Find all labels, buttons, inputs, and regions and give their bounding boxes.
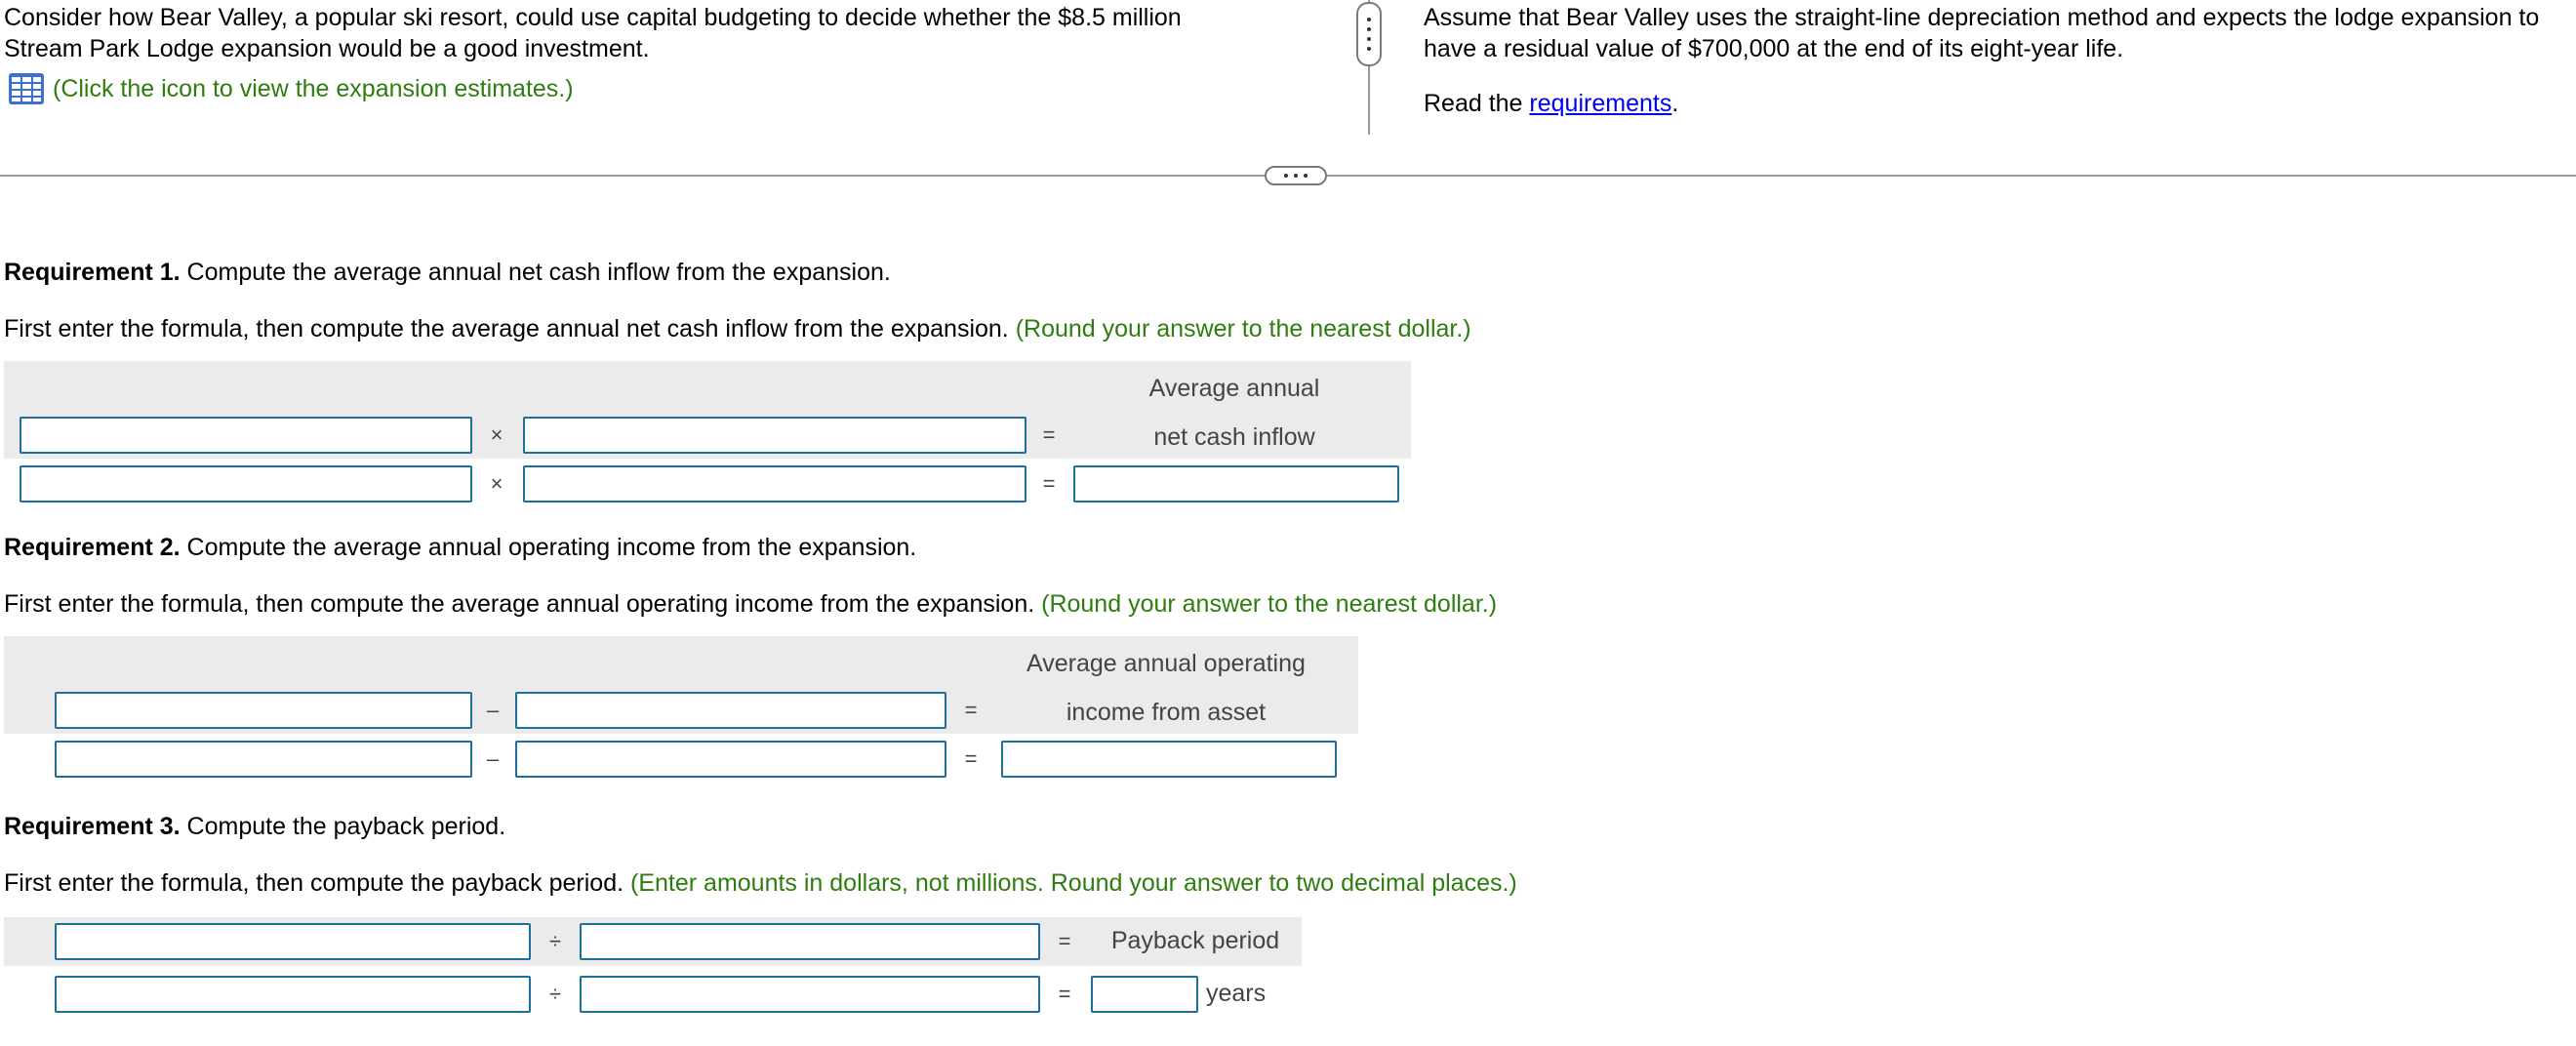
req2-equals-2: = — [964, 746, 978, 771]
req3-formula-input-2[interactable] — [580, 923, 1040, 960]
req3-instruction: First enter the formula, then compute th… — [4, 869, 631, 897]
estimates-row[interactable]: (Click the icon to view the expansion es… — [8, 72, 574, 105]
req2-result-label-1: Average annual operating — [1026, 650, 1306, 677]
req2-formula-input-2[interactable] — [515, 692, 946, 729]
req3-equals: = — [1058, 929, 1071, 953]
req3-heading: Requirement 3. Compute the payback perio… — [4, 811, 505, 842]
intro-line-2: Stream Park Lodge expansion would be a g… — [4, 35, 650, 62]
req3-label: Requirement 3. — [4, 813, 181, 840]
req2-instruction: First enter the formula, then compute th… — [4, 590, 1042, 618]
req1-times-operator: × — [490, 422, 503, 447]
req1-formula-input-1[interactable] — [20, 417, 472, 454]
req2-heading: Requirement 2. Compute the average annua… — [4, 532, 916, 563]
intro-line-1: Consider how Bear Valley, a popular ski … — [4, 4, 1182, 31]
read-requirements: Read the requirements. — [1424, 88, 1678, 119]
req2-answer-input[interactable] — [1001, 741, 1337, 778]
requirements-link[interactable]: requirements — [1529, 90, 1671, 117]
req3-value-input-2[interactable] — [580, 976, 1040, 1013]
req3-unit-label: years — [1206, 980, 1267, 1007]
req1-equals-2: = — [1042, 471, 1056, 496]
req3-divide-operator: ÷ — [548, 929, 562, 953]
req3-result-label: Payback period — [1110, 927, 1280, 954]
req1-result-label-1: Average annual — [1148, 375, 1320, 402]
req2-equals: = — [964, 698, 978, 722]
req1-answer-input[interactable] — [1073, 465, 1399, 503]
req2-label: Requirement 2. — [4, 534, 181, 561]
req3-title: Compute the payback period. — [180, 813, 506, 840]
req1-label: Requirement 1. — [4, 259, 181, 286]
right-line-1: Assume that Bear Valley uses the straigh… — [1424, 4, 2540, 31]
req2-hint: (Round your answer to the nearest dollar… — [1041, 590, 1498, 618]
req1-hint: (Round your answer to the nearest dollar… — [1015, 315, 1471, 342]
req3-value-input-1[interactable] — [55, 976, 531, 1013]
right-line-2: have a residual value of $700,000 at the… — [1424, 35, 2124, 62]
req1-value-input-1[interactable] — [20, 465, 472, 503]
req2-minus-operator-2: – — [486, 746, 500, 771]
req1-times-operator-2: × — [490, 471, 503, 496]
table-grid-icon[interactable] — [8, 72, 45, 105]
req2-value-input-1[interactable] — [55, 741, 472, 778]
req2-instruction-row: First enter the formula, then compute th… — [4, 588, 1497, 620]
req2-formula-input-1[interactable] — [55, 692, 472, 729]
estimates-link[interactable]: (Click the icon to view the expansion es… — [53, 73, 574, 104]
vertical-ellipsis-icon[interactable] — [1356, 2, 1382, 66]
req1-formula-input-2[interactable] — [523, 417, 1026, 454]
req2-result-label-2: income from asset — [1066, 699, 1267, 726]
req2-title: Compute the average annual operating inc… — [180, 534, 917, 561]
horizontal-ellipsis-icon[interactable] — [1265, 166, 1327, 185]
read-suffix: . — [1671, 90, 1679, 117]
req1-equals: = — [1042, 422, 1056, 447]
read-prefix: Read the — [1424, 90, 1530, 117]
req3-formula-input-1[interactable] — [55, 923, 531, 960]
req1-title: Compute the average annual net cash infl… — [180, 259, 891, 286]
req1-result-label-2: net cash inflow — [1153, 423, 1315, 451]
req3-hint: (Enter amounts in dollars, not millions.… — [630, 869, 1517, 897]
req1-value-input-2[interactable] — [523, 465, 1026, 503]
req1-instruction-row: First enter the formula, then compute th… — [4, 313, 1471, 344]
req3-answer-input[interactable] — [1091, 976, 1198, 1013]
req2-value-input-2[interactable] — [515, 741, 946, 778]
req3-divide-operator-2: ÷ — [548, 982, 562, 1006]
req3-equals-2: = — [1058, 982, 1071, 1006]
req1-instruction: First enter the formula, then compute th… — [4, 315, 1016, 342]
req2-minus-operator: – — [486, 698, 500, 722]
req1-heading: Requirement 1. Compute the average annua… — [4, 257, 891, 288]
req3-instruction-row: First enter the formula, then compute th… — [4, 867, 1517, 899]
